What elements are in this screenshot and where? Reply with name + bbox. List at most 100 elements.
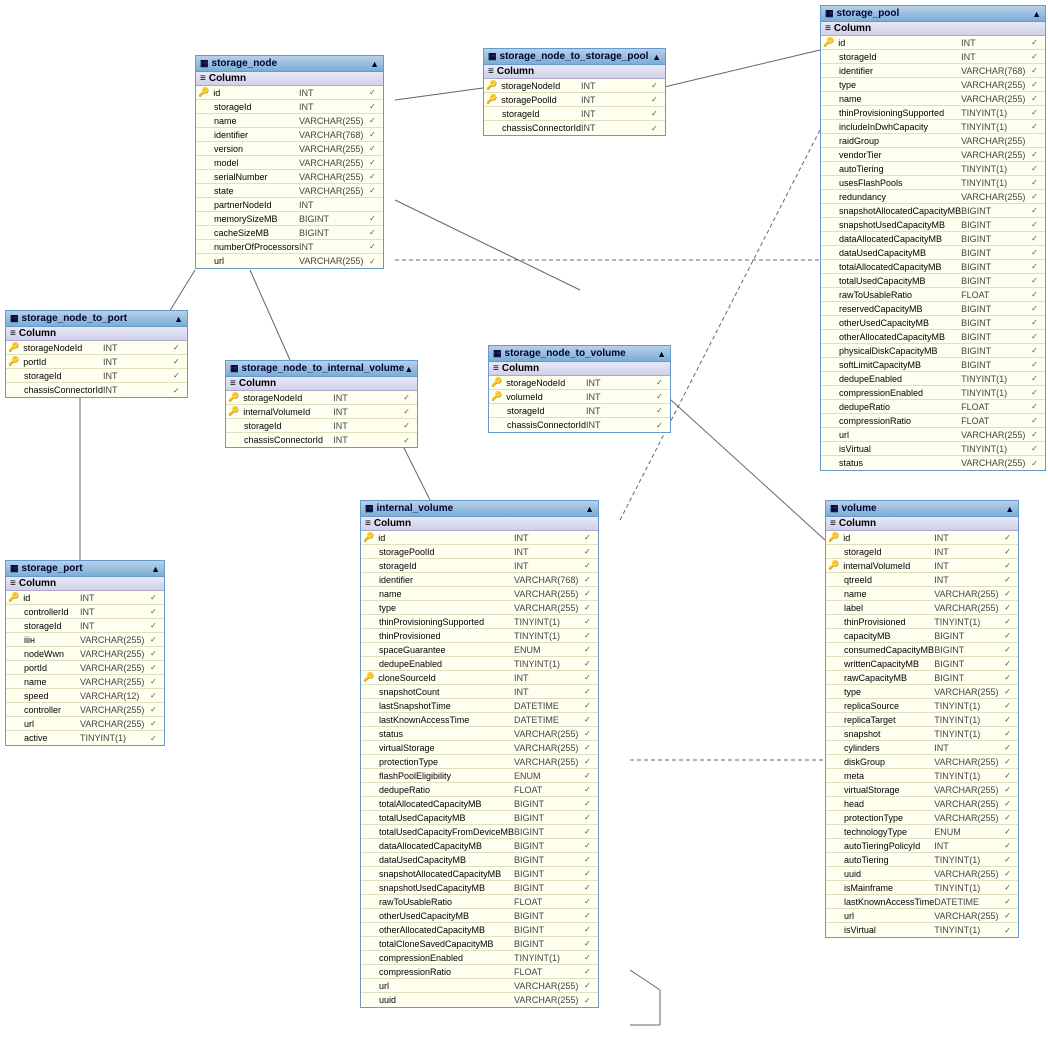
- column-type: INT: [581, 123, 651, 133]
- column-name: url: [377, 981, 514, 991]
- check-mark: ✓: [1004, 659, 1016, 668]
- table-header-storage_node_to_volume: ▦storage_node_to_volume▲: [489, 346, 670, 362]
- table-row: usesFlashPoolsTINYINT(1)✓: [821, 176, 1045, 190]
- table-expand-icon[interactable]: ▲: [657, 349, 666, 359]
- table-row: urlVARCHAR(255)✓: [821, 428, 1045, 442]
- table-expand-icon[interactable]: ▲: [370, 59, 379, 69]
- check-mark: ✓: [150, 621, 162, 630]
- table-row: rawCapacityMBBIGINT✓: [826, 671, 1018, 685]
- table-storage_node: ▦storage_node▲≡Column🔑idINT✓storageIdINT…: [195, 55, 384, 269]
- table-expand-icon[interactable]: ▲: [174, 314, 183, 324]
- column-name: autoTieringPolicyId: [842, 841, 934, 851]
- column-name: status: [837, 458, 961, 468]
- table-icon: ▦: [365, 503, 374, 514]
- table-row: isMainframeTINYINT(1)✓: [826, 881, 1018, 895]
- column-name: meta: [842, 771, 934, 781]
- column-type: INT: [299, 200, 369, 210]
- table-expand-icon[interactable]: ▲: [585, 504, 594, 514]
- column-name: type: [842, 687, 934, 697]
- pk-icon: 🔑: [486, 80, 497, 91]
- check-mark: ✓: [150, 635, 162, 644]
- column-name: lastKnownAccessTime: [842, 897, 934, 907]
- table-row: thinProvisioningSupportedTINYINT(1)✓: [361, 615, 598, 629]
- column-name: dataAllocatedCapacityMB: [377, 841, 514, 851]
- column-name: dedupeEnabled: [377, 659, 514, 669]
- table-row: 🔑volumeIdINT✓: [489, 390, 670, 404]
- table-expand-icon[interactable]: ▲: [652, 52, 661, 62]
- column-name: lastKnownAccessTime: [377, 715, 514, 725]
- column-name: writtenCapacityMB: [842, 659, 934, 669]
- table-expand-icon[interactable]: ▲: [151, 564, 160, 574]
- column-type: VARCHAR(255): [961, 80, 1031, 90]
- check-mark: ✓: [584, 911, 596, 920]
- table-row: dataUsedCapacityMBBIGINT✓: [361, 853, 598, 867]
- table-storage_node_to_internal_volume: ▦storage_node_to_internal_volume▲≡Column…: [225, 360, 418, 448]
- column-subheader-storage_node: ≡Column: [196, 72, 383, 86]
- table-row: nodeWwnVARCHAR(255)✓: [6, 647, 164, 661]
- check-mark: ✓: [150, 691, 162, 700]
- check-mark: ✓: [1031, 276, 1043, 285]
- table-expand-icon[interactable]: ▲: [1032, 9, 1041, 19]
- check-mark: ✓: [584, 897, 596, 906]
- column-type: INT: [333, 421, 403, 431]
- table-icon: ▦: [10, 563, 19, 574]
- table-row: otherAllocatedCapacityMBBIGINT✓: [361, 923, 598, 937]
- table-row: numberOfProcessorsINT✓: [196, 240, 383, 254]
- column-type: INT: [514, 673, 584, 683]
- column-type: INT: [103, 371, 173, 381]
- column-type: INT: [80, 607, 150, 617]
- fk-icon: 🔑: [363, 672, 374, 683]
- column-type: TINYINT(1): [961, 178, 1031, 188]
- check-mark: ✓: [1031, 374, 1043, 383]
- table-storage_port: ▦storage_port▲≡Column🔑idINT✓controllerId…: [5, 560, 165, 746]
- column-name: dataUsedCapacityMB: [377, 855, 514, 865]
- check-mark: ✓: [369, 214, 381, 223]
- column-type: TINYINT(1): [514, 617, 584, 627]
- column-name: iiiн: [22, 635, 80, 645]
- column-type: INT: [103, 385, 173, 395]
- check-mark: ✓: [584, 575, 596, 584]
- check-mark: ✓: [1031, 66, 1043, 75]
- column-type: VARCHAR(255): [80, 719, 150, 729]
- column-type: TINYINT(1): [934, 715, 1004, 725]
- table-row: labelVARCHAR(255)✓: [826, 601, 1018, 615]
- column-name: dedupeRatio: [377, 785, 514, 795]
- column-type: BIGINT: [961, 234, 1031, 244]
- column-type: VARCHAR(255): [934, 589, 1004, 599]
- column-name: dedupeRatio: [837, 402, 961, 412]
- table-row: identifierVARCHAR(768)✓: [361, 573, 598, 587]
- pk-icon: 🔑: [8, 592, 19, 603]
- table-row: 🔑storagePoolIdINT✓: [484, 93, 665, 107]
- column-type: VARCHAR(768): [514, 575, 584, 585]
- column-name: autoTiering: [842, 855, 934, 865]
- table-title: storage_node: [212, 58, 278, 69]
- column-name: totalAllocatedCapacityMB: [837, 262, 961, 272]
- column-subheader-internal_volume: ≡Column: [361, 517, 598, 531]
- table-expand-icon[interactable]: ▲: [404, 364, 413, 374]
- table-row: diskGroupVARCHAR(255)✓: [826, 755, 1018, 769]
- table-row: dataUsedCapacityMBBIGINT✓: [821, 246, 1045, 260]
- column-type: INT: [299, 88, 369, 98]
- column-name: storageNodeId: [21, 343, 103, 353]
- column-type: TINYINT(1): [934, 729, 1004, 739]
- table-row: autoTieringTINYINT(1)✓: [821, 162, 1045, 176]
- pk-icon: 🔑: [228, 406, 239, 417]
- column-name: storageId: [22, 621, 80, 631]
- column-name: state: [212, 186, 299, 196]
- column-type: TINYINT(1): [514, 953, 584, 963]
- column-name: dataAllocatedCapacityMB: [837, 234, 961, 244]
- table-row: autoTieringPolicyIdINT✓: [826, 839, 1018, 853]
- column-name: compressionEnabled: [377, 953, 514, 963]
- check-mark: ✓: [584, 547, 596, 556]
- check-mark: ✓: [369, 172, 381, 181]
- table-expand-icon[interactable]: ▲: [1005, 504, 1014, 514]
- column-type: BIGINT: [934, 673, 1004, 683]
- table-row: dedupeRatioFLOAT✓: [821, 400, 1045, 414]
- column-name: partnerNodeId: [212, 200, 299, 210]
- check-mark: ✓: [1004, 617, 1016, 626]
- column-label: Column: [239, 378, 276, 389]
- table-row: cylindersINT✓: [826, 741, 1018, 755]
- check-mark: ✓: [1031, 444, 1043, 453]
- column-name: internalVolumeId: [241, 407, 333, 417]
- check-mark: ✓: [150, 663, 162, 672]
